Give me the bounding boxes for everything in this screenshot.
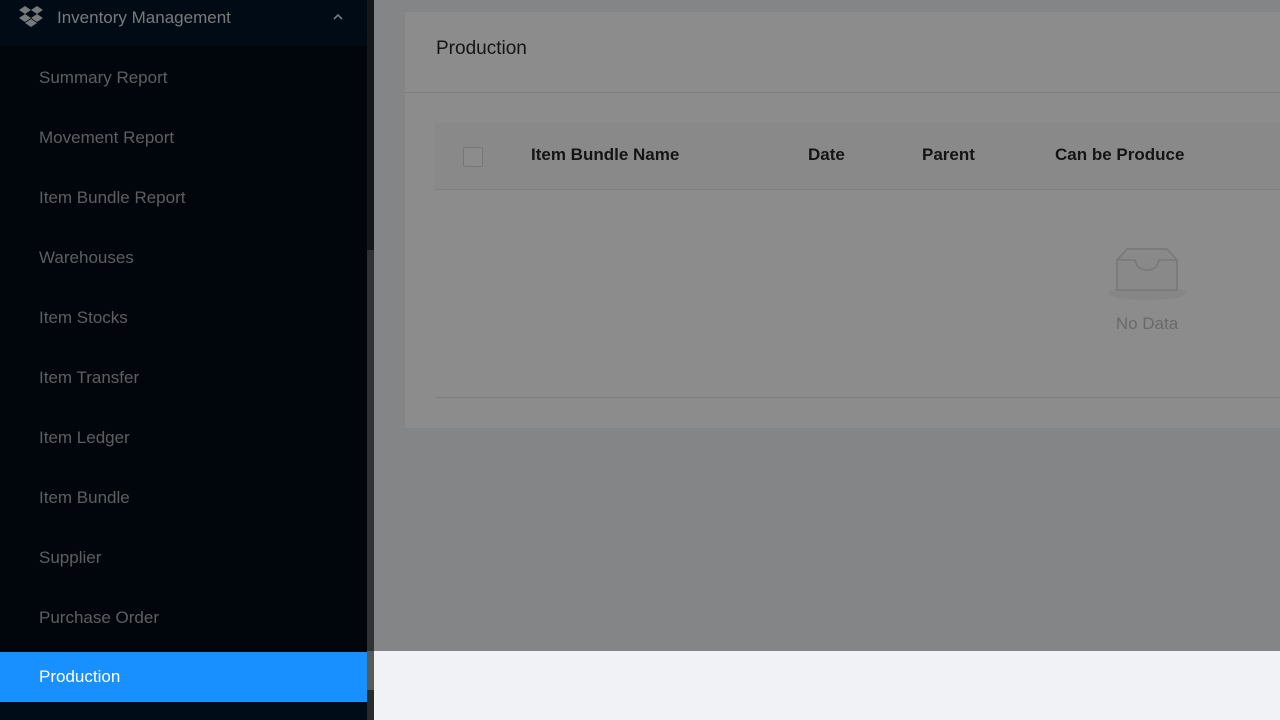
sidebar-item-supplier[interactable]: Supplier bbox=[0, 533, 367, 583]
select-all-checkbox[interactable] bbox=[463, 147, 483, 167]
sidebar-item-item-ledger[interactable]: Item Ledger bbox=[0, 413, 367, 463]
sidebar-item-item-stocks[interactable]: Item Stocks bbox=[0, 293, 367, 343]
sidebar-item-warehouses[interactable]: Warehouses bbox=[0, 233, 367, 283]
page-title: Production bbox=[436, 38, 527, 59]
dropbox-icon bbox=[19, 6, 43, 27]
empty-inbox-icon bbox=[1108, 248, 1186, 300]
column-header-item-bundle-name: Item Bundle Name bbox=[531, 145, 680, 164]
production-card: Production Item Bundle Name Date Parent … bbox=[405, 12, 1280, 428]
sidebar-item-item-transfer[interactable]: Item Transfer bbox=[0, 353, 367, 403]
sidebar-item-item-bundle-report[interactable]: Item Bundle Report bbox=[0, 173, 367, 223]
chevron-up-icon bbox=[333, 13, 343, 20]
empty-text: No Data bbox=[1115, 314, 1179, 333]
table-empty-state: No Data bbox=[435, 190, 1280, 398]
card-header: Production bbox=[405, 12, 1280, 93]
column-header-date: Date bbox=[808, 145, 845, 164]
table-header: Item Bundle Name Date Parent Can be Prod… bbox=[435, 123, 1280, 190]
sidebar-scrollbar-thumb[interactable] bbox=[367, 250, 374, 690]
submenu-inventory-management[interactable]: Inventory Management bbox=[0, 0, 367, 46]
sidebar-item-movement-report[interactable]: Movement Report bbox=[0, 113, 367, 163]
column-header-can-be-produce: Can be Produce bbox=[1055, 145, 1185, 164]
sidebar-item-purchase-order[interactable]: Purchase Order bbox=[0, 593, 367, 643]
sidebar: Inventory Management Summary Report Move… bbox=[0, 0, 367, 720]
sidebar-item-item-bundle[interactable]: Item Bundle bbox=[0, 473, 367, 523]
submenu-title-label: Inventory Management bbox=[57, 8, 231, 27]
sidebar-item-production[interactable]: Production bbox=[0, 652, 367, 702]
sidebar-item-summary-report[interactable]: Summary Report bbox=[0, 53, 367, 103]
column-header-parent: Parent bbox=[922, 145, 975, 164]
main-content: Production Item Bundle Name Date Parent … bbox=[374, 0, 1280, 720]
